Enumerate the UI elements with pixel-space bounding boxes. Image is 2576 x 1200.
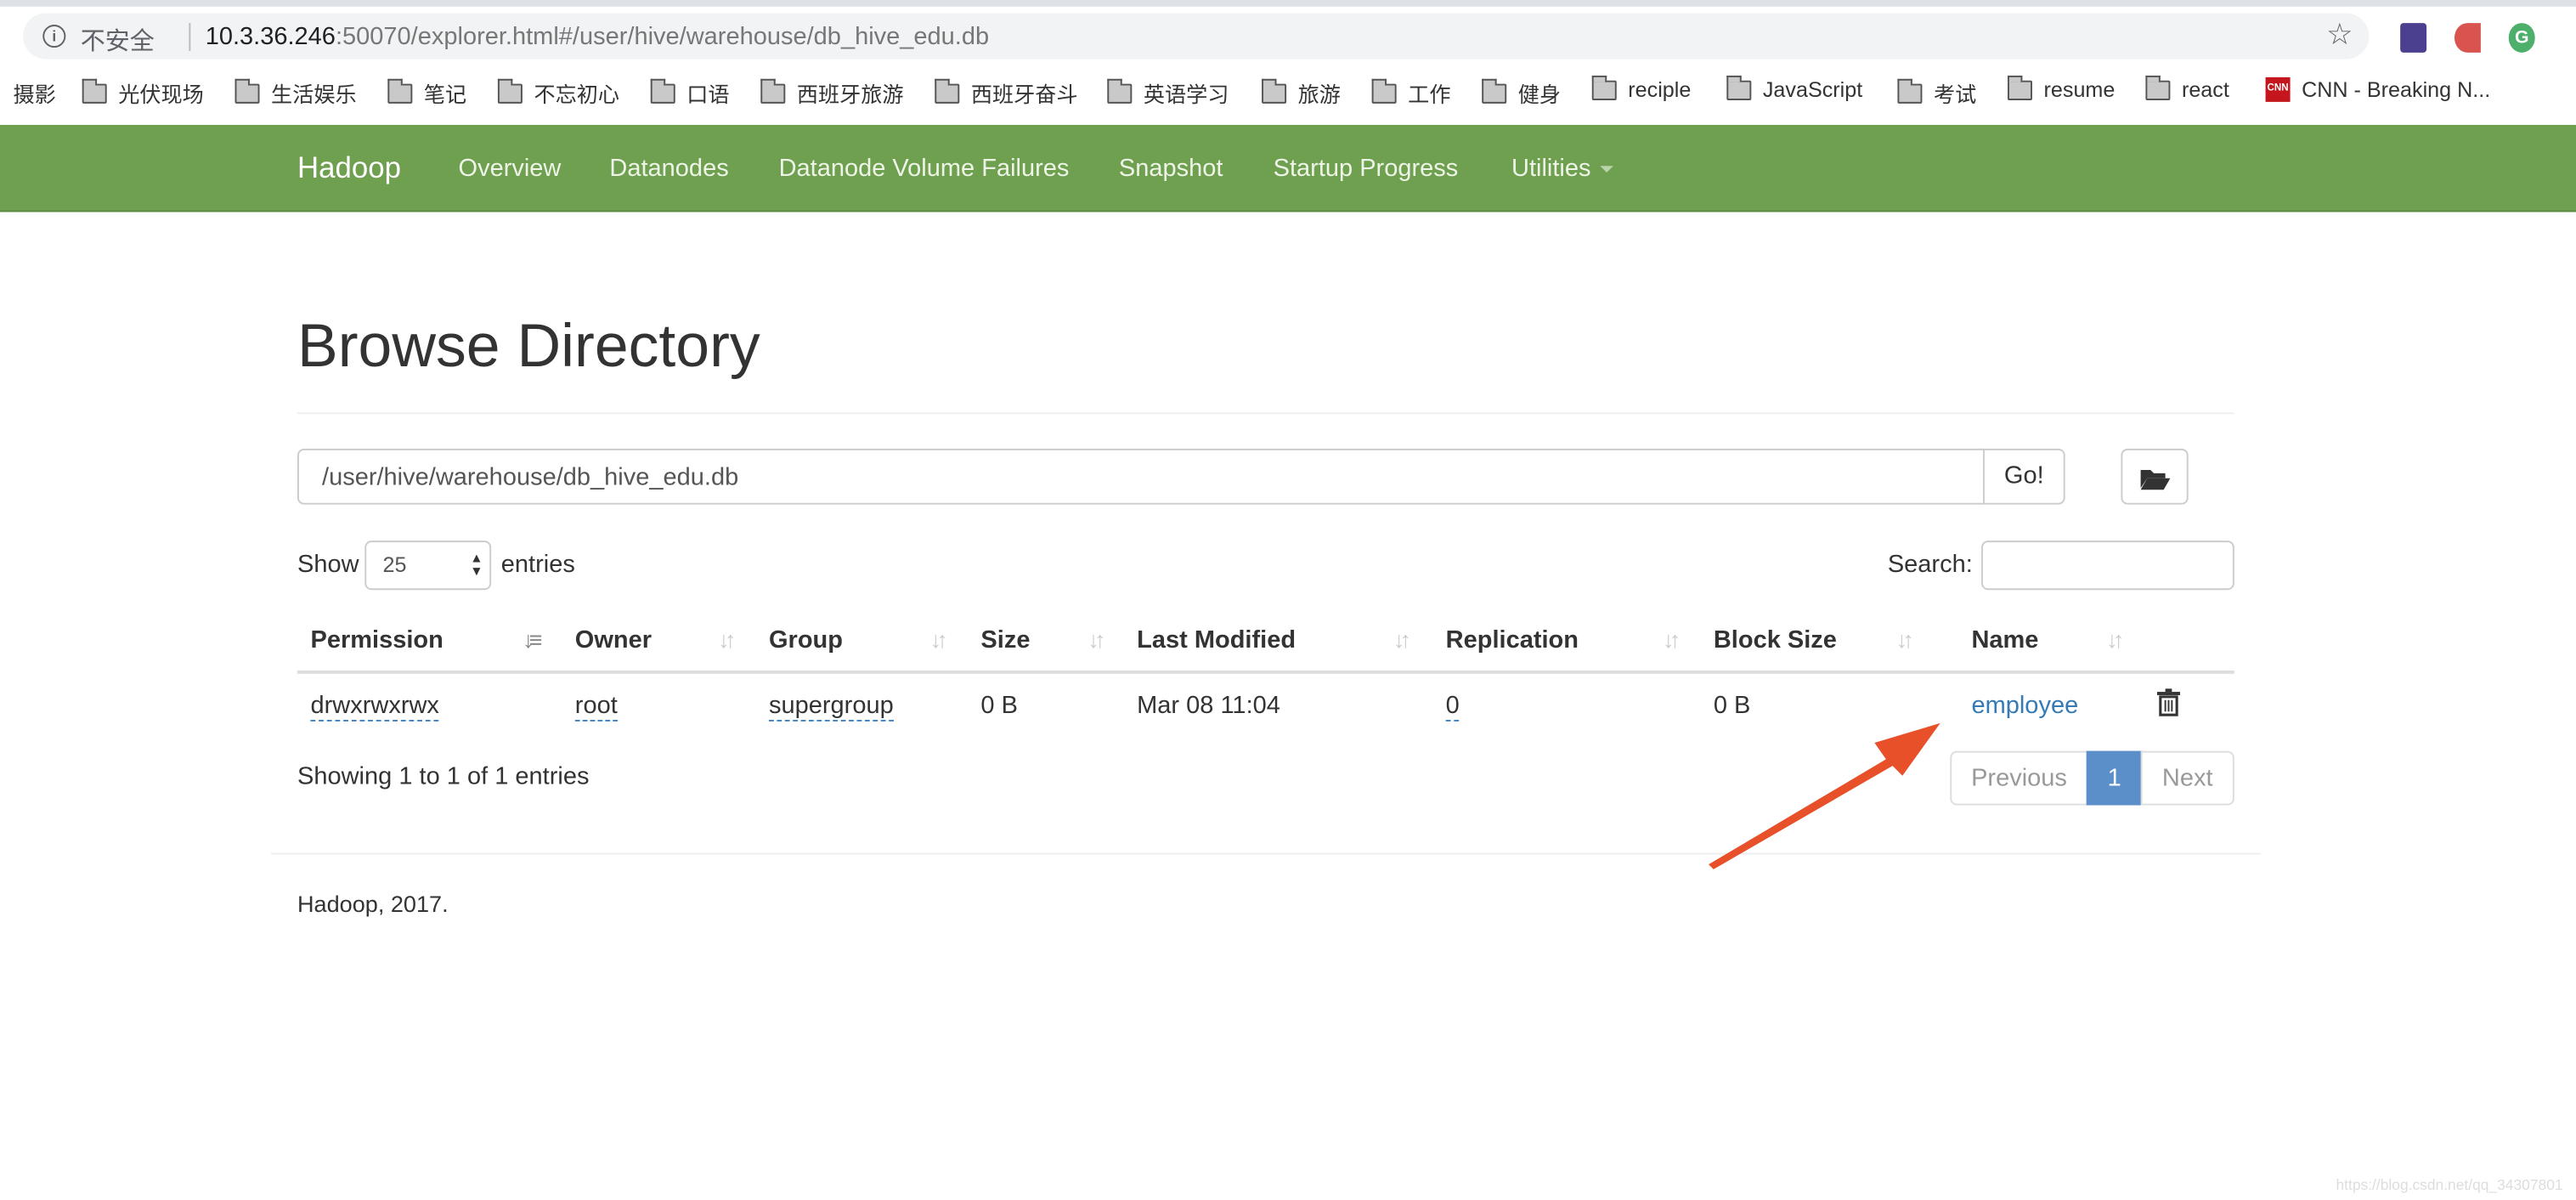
- watermark: https://blog.csdn.net/qq_34307801: [2336, 1176, 2563, 1193]
- annotation-arrow: [1709, 722, 1940, 869]
- arrow-shape: [1709, 722, 1940, 869]
